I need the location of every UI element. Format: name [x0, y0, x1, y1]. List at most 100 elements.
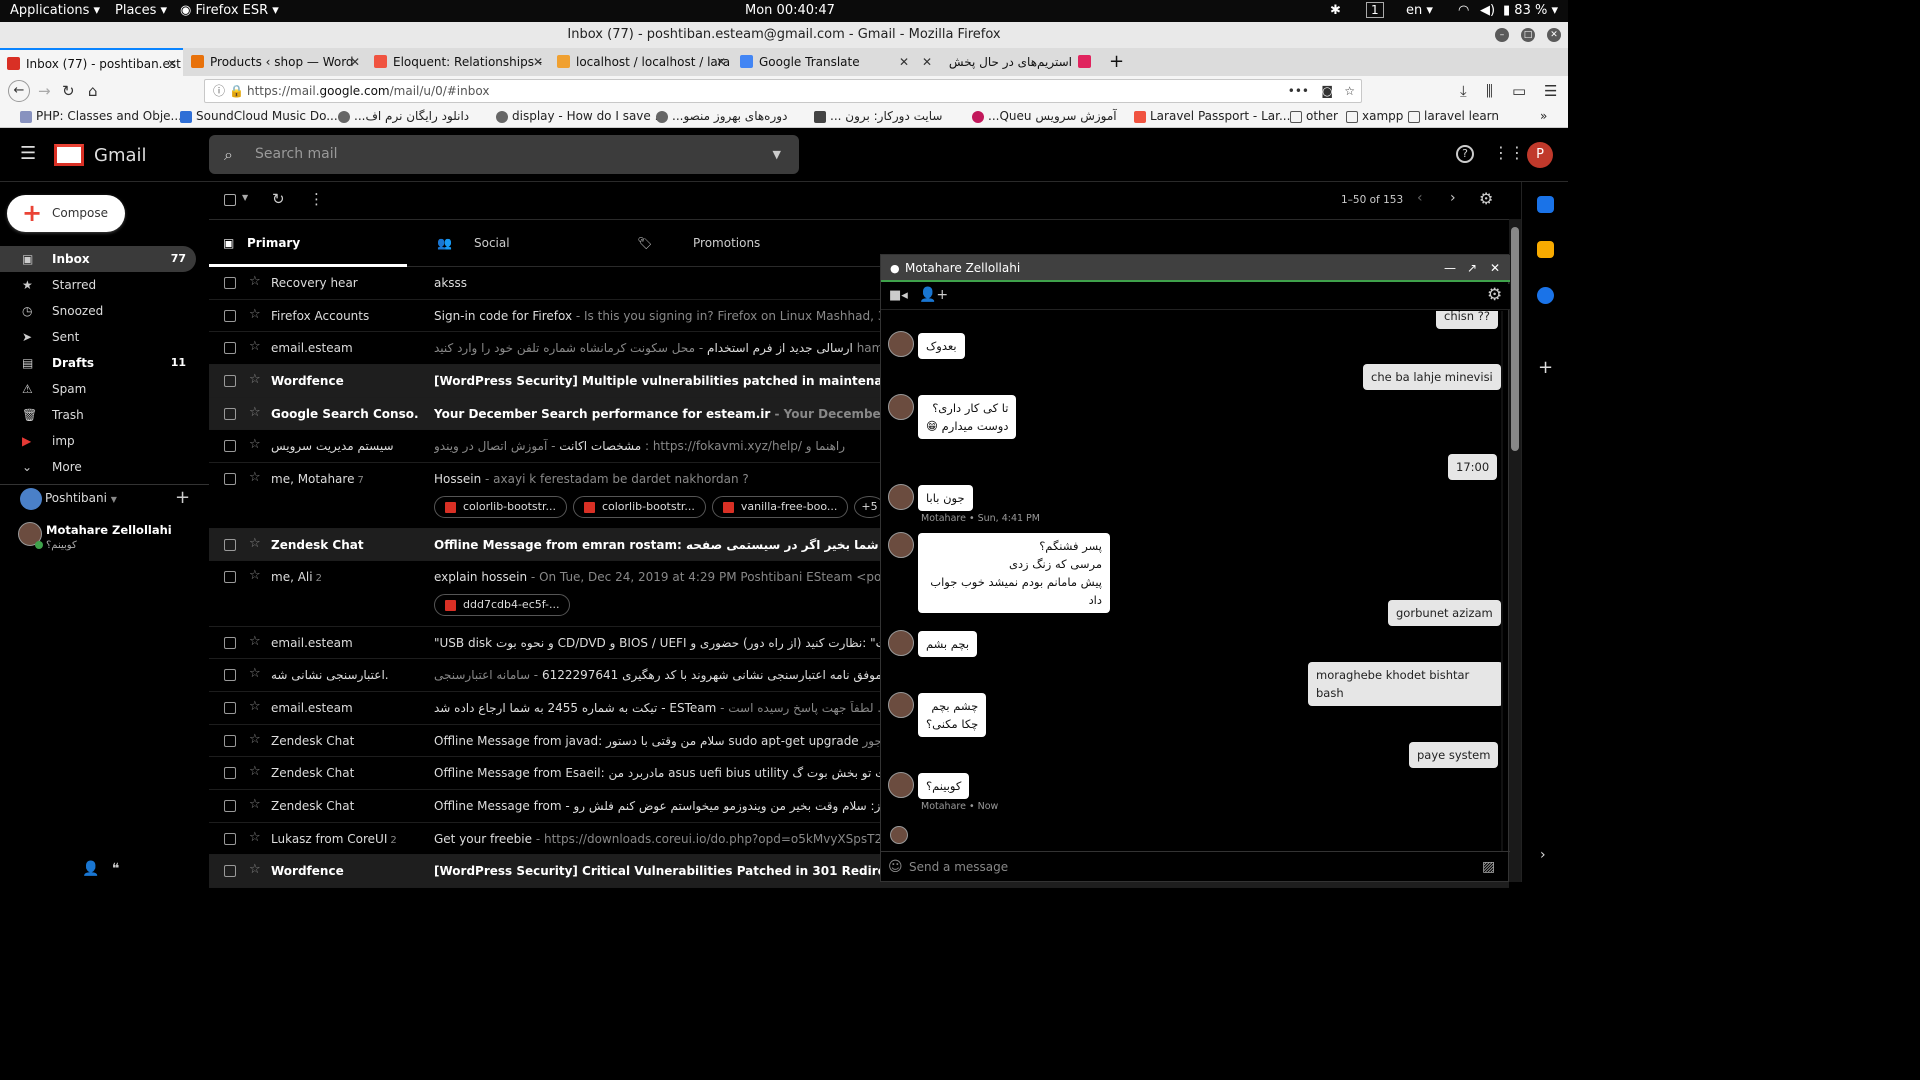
tab-streams[interactable]: استریم‌های در حال پخش ✕ [916, 48, 1098, 76]
star-icon[interactable]: ☆ [249, 568, 261, 583]
tab-google-translate[interactable]: Google Translate ✕ [733, 48, 915, 76]
bookmarks-overflow-icon[interactable]: » [1540, 109, 1547, 123]
tab-phpmyadmin[interactable]: localhost / localhost / lara ✕ [550, 48, 732, 76]
select-dropdown-icon[interactable]: ▼ [242, 193, 248, 202]
workspace-indicator[interactable]: 1 [1366, 2, 1384, 18]
row-checkbox[interactable] [224, 571, 236, 584]
row-checkbox[interactable] [224, 636, 236, 649]
tasks-icon[interactable] [1537, 287, 1554, 304]
row-checkbox[interactable] [224, 800, 236, 813]
star-icon[interactable]: ☆ [249, 307, 261, 322]
contact-name[interactable]: Motahare Zellollahi [46, 523, 172, 537]
page-actions-icon[interactable]: ••• [1288, 80, 1309, 102]
apps-grid-icon[interactable]: ⋮⋮ [1493, 143, 1525, 162]
star-icon[interactable]: ☆ [249, 339, 261, 354]
star-icon[interactable]: ☆ [249, 862, 261, 877]
nav-trash[interactable]: 🗑 Trash [0, 402, 196, 428]
close-tab-icon[interactable]: ✕ [167, 50, 177, 76]
close-tab-icon[interactable]: ✕ [350, 48, 360, 76]
tab-eloquent[interactable]: Eloquent: Relationships - ✕ [367, 48, 549, 76]
tab-primary[interactable]: ▣ Primary [209, 223, 407, 267]
bookmark-item[interactable]: آموزش سرویس Queu... [970, 109, 1117, 123]
nav-inbox[interactable]: ▣ Inbox 77 [0, 246, 196, 272]
nav-sent[interactable]: ➤ Sent [0, 324, 196, 350]
search-icon[interactable]: ⌕ [224, 135, 233, 174]
chat-scrollbar[interactable] [1501, 311, 1503, 851]
bookmark-item[interactable]: SoundCloud Music Do... [178, 109, 338, 123]
attachment-chip[interactable]: ddd7cdb4-ec5f-... [434, 594, 571, 617]
emoji-icon[interactable]: ☺ [888, 852, 903, 882]
star-icon[interactable]: ☆ [249, 830, 261, 845]
star-icon[interactable]: ☆ [249, 634, 261, 649]
star-icon[interactable]: ☆ [249, 666, 261, 681]
browser-menu[interactable]: ◉ Firefox ESR ▾ [180, 3, 279, 18]
star-icon[interactable]: ☆ [249, 470, 261, 485]
refresh-icon[interactable]: ↻ [272, 190, 285, 208]
star-icon[interactable]: ☆ [249, 764, 261, 779]
row-checkbox[interactable] [224, 832, 236, 845]
star-icon[interactable]: ☆ [249, 797, 261, 812]
chat-settings-icon[interactable]: ⚙ [1487, 285, 1502, 305]
scrollbar-thumb[interactable] [1511, 227, 1519, 451]
forward-icon[interactable]: → [38, 82, 51, 100]
star-icon[interactable]: ☆ [249, 699, 261, 714]
row-checkbox[interactable] [224, 701, 236, 714]
new-conversation-icon[interactable]: + [175, 487, 190, 508]
apps-indicator-icon[interactable]: ✱ [1330, 3, 1341, 18]
close-tab-icon[interactable]: ✕ [899, 48, 909, 76]
more-options-icon[interactable]: ⋮ [309, 190, 324, 208]
url-bar[interactable]: ⓘ 🔒 https://mail.google.com/mail/u/0/#in… [204, 79, 1362, 103]
reload-icon[interactable]: ↻ [62, 82, 75, 100]
row-checkbox[interactable] [224, 473, 236, 486]
downloads-icon[interactable]: ⤓ [1460, 82, 1467, 100]
person-icon[interactable]: 👤 [82, 861, 99, 877]
star-icon[interactable]: ☆ [249, 274, 261, 289]
minimize-chat-icon[interactable]: — [1444, 255, 1456, 282]
expand-panel-icon[interactable]: › [1540, 847, 1546, 863]
star-icon[interactable]: ☆ [249, 437, 261, 452]
nav-drafts[interactable]: ▤ Drafts 11 [0, 350, 196, 376]
bookmark-folder[interactable]: laravel learn [1406, 109, 1499, 123]
nav-spam[interactable]: ⚠ Spam [0, 376, 196, 402]
library-icon[interactable]: ⫼ [1486, 82, 1493, 100]
image-attach-icon[interactable]: ▨ [1482, 852, 1495, 882]
star-icon[interactable]: ☆ [249, 536, 261, 551]
prev-page-icon[interactable]: ‹ [1417, 190, 1423, 206]
add-person-icon[interactable]: 👤+ [919, 287, 948, 303]
add-addon-icon[interactable]: + [1538, 357, 1553, 378]
close-tab-icon[interactable]: ✕ [533, 48, 543, 76]
row-checkbox[interactable] [224, 865, 236, 878]
close-tab-icon[interactable]: ✕ [716, 48, 726, 76]
tab-products[interactable]: Products ‹ shop — Word ✕ [184, 48, 366, 76]
popout-chat-icon[interactable]: ↗ [1467, 255, 1477, 282]
row-checkbox[interactable] [224, 734, 236, 747]
keep-icon[interactable] [1537, 241, 1554, 258]
close-window-icon[interactable]: ✕ [1547, 28, 1561, 42]
compose-button[interactable]: + Compose [7, 195, 125, 232]
places-menu[interactable]: Places ▾ [115, 3, 167, 18]
maximize-icon[interactable]: □ [1521, 28, 1535, 42]
close-chat-icon[interactable]: ✕ [1490, 255, 1500, 282]
search-options-icon[interactable]: ▼ [773, 135, 781, 174]
attachment-chip[interactable]: colorlib-bootstr... [434, 496, 567, 519]
bookmark-item[interactable]: دوره‌های بهروز منصو... [654, 109, 787, 123]
hangouts-user[interactable]: Poshtibani ▼ [45, 491, 117, 505]
row-checkbox[interactable] [224, 375, 236, 388]
row-checkbox[interactable] [224, 440, 236, 453]
nav-starred[interactable]: ★ Starred [0, 272, 196, 298]
video-call-icon[interactable]: ■◂ [889, 288, 908, 303]
applications-menu[interactable]: Applications ▾ [10, 3, 100, 18]
row-checkbox[interactable] [224, 407, 236, 420]
minimize-icon[interactable]: – [1495, 28, 1509, 42]
next-page-icon[interactable]: › [1450, 190, 1456, 206]
home-icon[interactable]: ⌂ [88, 82, 98, 100]
row-checkbox[interactable] [224, 342, 236, 355]
calendar-icon[interactable] [1537, 196, 1554, 213]
row-checkbox[interactable] [224, 767, 236, 780]
hangouts-icon[interactable]: ❝ [112, 861, 120, 877]
volume-icon[interactable]: ◀) [1480, 3, 1495, 18]
bookmark-item[interactable]: دانلود رایگان نرم اف... [336, 109, 469, 123]
attachment-chip[interactable]: vanilla-free-boo... [711, 496, 849, 519]
new-tab-button[interactable]: + [1103, 48, 1133, 76]
bookmark-item[interactable]: PHP: Classes and Obje... [18, 109, 182, 123]
